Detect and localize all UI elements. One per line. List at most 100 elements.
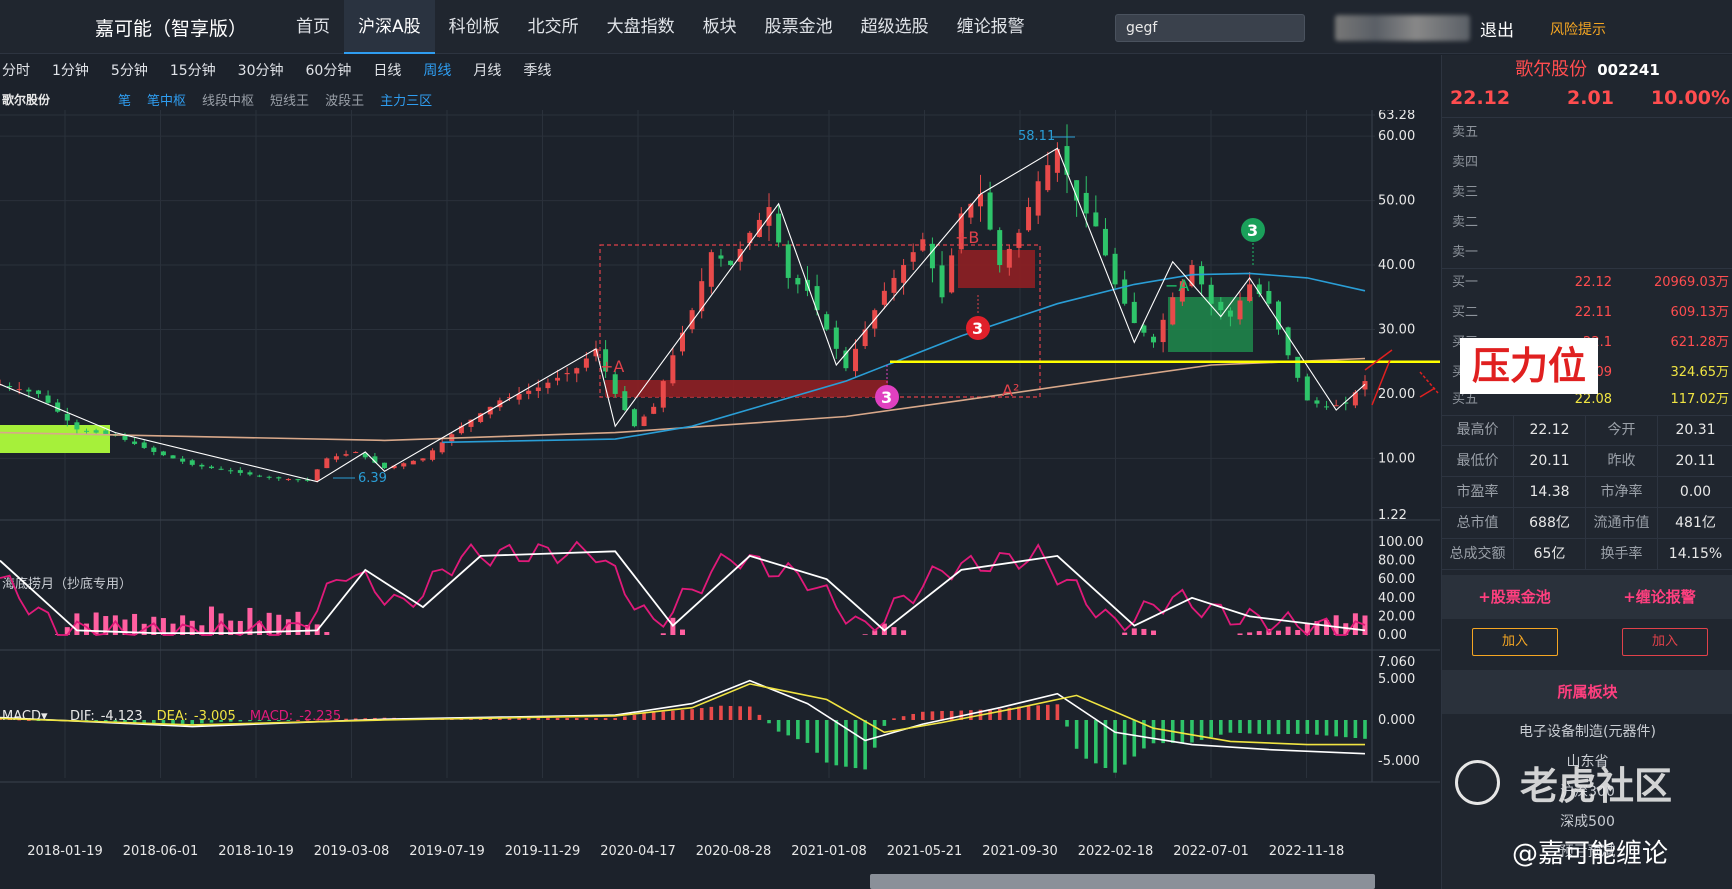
stats-row: 最高价 22.12 今开 20.31 bbox=[1442, 415, 1732, 446]
candle-body bbox=[574, 368, 580, 374]
candle-body bbox=[997, 230, 1003, 266]
candle-body bbox=[430, 450, 436, 460]
add-alert-link[interactable]: +缠论报警 bbox=[1587, 575, 1732, 619]
candle-body bbox=[420, 458, 426, 461]
last-price: 22.12 bbox=[1450, 87, 1511, 109]
macd-bar bbox=[988, 709, 992, 720]
brand-title: 嘉可能（智享版） bbox=[95, 18, 248, 40]
candle-body bbox=[708, 252, 714, 287]
add-to-pool-button[interactable]: 加入 bbox=[1472, 628, 1558, 656]
candle-body bbox=[132, 441, 138, 444]
stats-row: 最低价 20.11 昨收 20.11 bbox=[1442, 446, 1732, 477]
macd-bar bbox=[719, 705, 723, 720]
macd-bar bbox=[228, 720, 233, 722]
osc-bar bbox=[891, 627, 897, 635]
macd-dropdown[interactable]: MACD▾ bbox=[2, 709, 48, 724]
stock-name: 歌尔股份 bbox=[1515, 59, 1588, 80]
nav-bse[interactable]: 北交所 bbox=[514, 0, 593, 54]
candle-body bbox=[1227, 310, 1233, 317]
date-tick: 2020-04-17 bbox=[600, 844, 676, 859]
osc-pink-line bbox=[0, 540, 1366, 637]
nav-sector[interactable]: 板块 bbox=[689, 0, 751, 54]
tab-daily[interactable]: 日线 bbox=[362, 60, 412, 80]
date-tick: 2019-07-19 bbox=[409, 844, 485, 859]
macd-bar bbox=[767, 720, 771, 724]
macd-bar bbox=[1219, 720, 1223, 735]
nav-screener[interactable]: 超级选股 bbox=[847, 0, 943, 54]
nav-home[interactable]: 首页 bbox=[282, 0, 344, 54]
macd-bar bbox=[699, 708, 704, 720]
osc-bar bbox=[1122, 632, 1128, 635]
add-to-alert-button[interactable]: 加入 bbox=[1622, 628, 1708, 656]
tab-60min[interactable]: 60分钟 bbox=[295, 60, 363, 80]
candle-body bbox=[1266, 290, 1272, 304]
osc-bar bbox=[1247, 632, 1253, 635]
tab-quarterly[interactable]: 季线 bbox=[512, 60, 562, 80]
candle-body bbox=[324, 458, 330, 469]
price-tick: 20.00 bbox=[1378, 387, 1415, 402]
macd-bar bbox=[1084, 720, 1089, 759]
label-a2: A² bbox=[1002, 381, 1019, 400]
nav-a-shares[interactable]: 沪深A股 bbox=[344, 0, 435, 54]
candle-body bbox=[16, 389, 22, 391]
kline-chart[interactable]: +A +B −A A² 58.11 6.39 3 3 3 63.28 60.00 5… bbox=[0, 110, 1440, 889]
candle-body bbox=[1247, 284, 1253, 301]
label-low: 6.39 bbox=[358, 471, 387, 486]
candle-body bbox=[237, 470, 243, 473]
watermark: 老虎社区 bbox=[1520, 764, 1673, 808]
candle-body bbox=[401, 463, 407, 467]
candle-body bbox=[382, 462, 388, 469]
top-nav: 嘉可能（智享版） 首页 沪深A股 科创板 北交所 大盘指数 板块 股票金池 超级… bbox=[0, 0, 1732, 54]
tab-15min[interactable]: 15分钟 bbox=[159, 60, 227, 80]
risk-tip-link[interactable]: 风险提示 bbox=[1550, 19, 1606, 39]
macd-tick: 7.060 bbox=[1378, 655, 1415, 670]
sector-item[interactable]: 电子设备制造(元器件) bbox=[1442, 717, 1732, 747]
macd-bar bbox=[1209, 720, 1213, 738]
quote-line: 22.12 2.01 10.00% bbox=[1450, 87, 1730, 115]
macd-bar bbox=[1113, 720, 1117, 773]
nav-chan-alert[interactable]: 缠论报警 bbox=[943, 0, 1039, 54]
macd-bar bbox=[930, 711, 935, 720]
macd-bar bbox=[1228, 720, 1233, 733]
tab-monthly[interactable]: 月线 bbox=[462, 60, 512, 80]
macd-bar bbox=[546, 718, 550, 720]
macd-bar bbox=[680, 710, 685, 720]
tab-30min[interactable]: 30分钟 bbox=[227, 60, 295, 80]
nav-stock-pool[interactable]: 股票金池 bbox=[751, 0, 847, 54]
macd-bar bbox=[1353, 720, 1358, 738]
ind-main-zones[interactable]: 主力三区 bbox=[372, 90, 440, 109]
macd-bar bbox=[200, 720, 204, 724]
osc-title: 海底捞月（抄底专用） bbox=[2, 576, 132, 592]
chart-scrollbar[interactable] bbox=[870, 874, 1375, 889]
stats-row: 市盈率 14.38 市净率 0.00 bbox=[1442, 477, 1732, 508]
tab-5min[interactable]: 5分钟 bbox=[100, 60, 159, 80]
macd-tick: 0.000 bbox=[1378, 713, 1415, 728]
candle-body bbox=[228, 470, 234, 472]
ind-swing-king[interactable]: 波段王 bbox=[317, 90, 372, 109]
nav-index[interactable]: 大盘指数 bbox=[593, 0, 689, 54]
macd-bar bbox=[180, 720, 185, 724]
candle-body bbox=[1237, 300, 1243, 320]
ind-bi-center[interactable]: 笔中枢 bbox=[139, 90, 194, 109]
search-input[interactable] bbox=[1115, 14, 1305, 42]
macd-bar bbox=[1036, 705, 1040, 720]
nav-star-market[interactable]: 科创板 bbox=[435, 0, 514, 54]
logout-button[interactable]: 退出 bbox=[1480, 16, 1514, 41]
ind-short-king[interactable]: 短线王 bbox=[262, 90, 317, 109]
osc-tick: 0.00 bbox=[1378, 628, 1407, 643]
osc-white-line bbox=[0, 550, 1366, 634]
add-pool-link[interactable]: +股票金池 bbox=[1442, 575, 1587, 619]
tab-weekly[interactable]: 周线 bbox=[412, 60, 462, 80]
ind-segment-center[interactable]: 线段中枢 bbox=[194, 90, 262, 109]
candle-body bbox=[247, 472, 253, 475]
tab-1min[interactable]: 1分钟 bbox=[41, 60, 100, 80]
candle-body bbox=[853, 348, 859, 372]
macd-bar bbox=[325, 719, 329, 721]
candle-body bbox=[1035, 181, 1041, 216]
price-tick: 10.00 bbox=[1378, 451, 1415, 466]
price-tick: 40.00 bbox=[1378, 258, 1415, 273]
macd-tick: 5.000 bbox=[1378, 672, 1415, 687]
ind-bi[interactable]: 笔 bbox=[110, 90, 139, 109]
candle-body bbox=[285, 479, 291, 481]
tab-timeshare[interactable]: 分时 bbox=[0, 60, 41, 80]
